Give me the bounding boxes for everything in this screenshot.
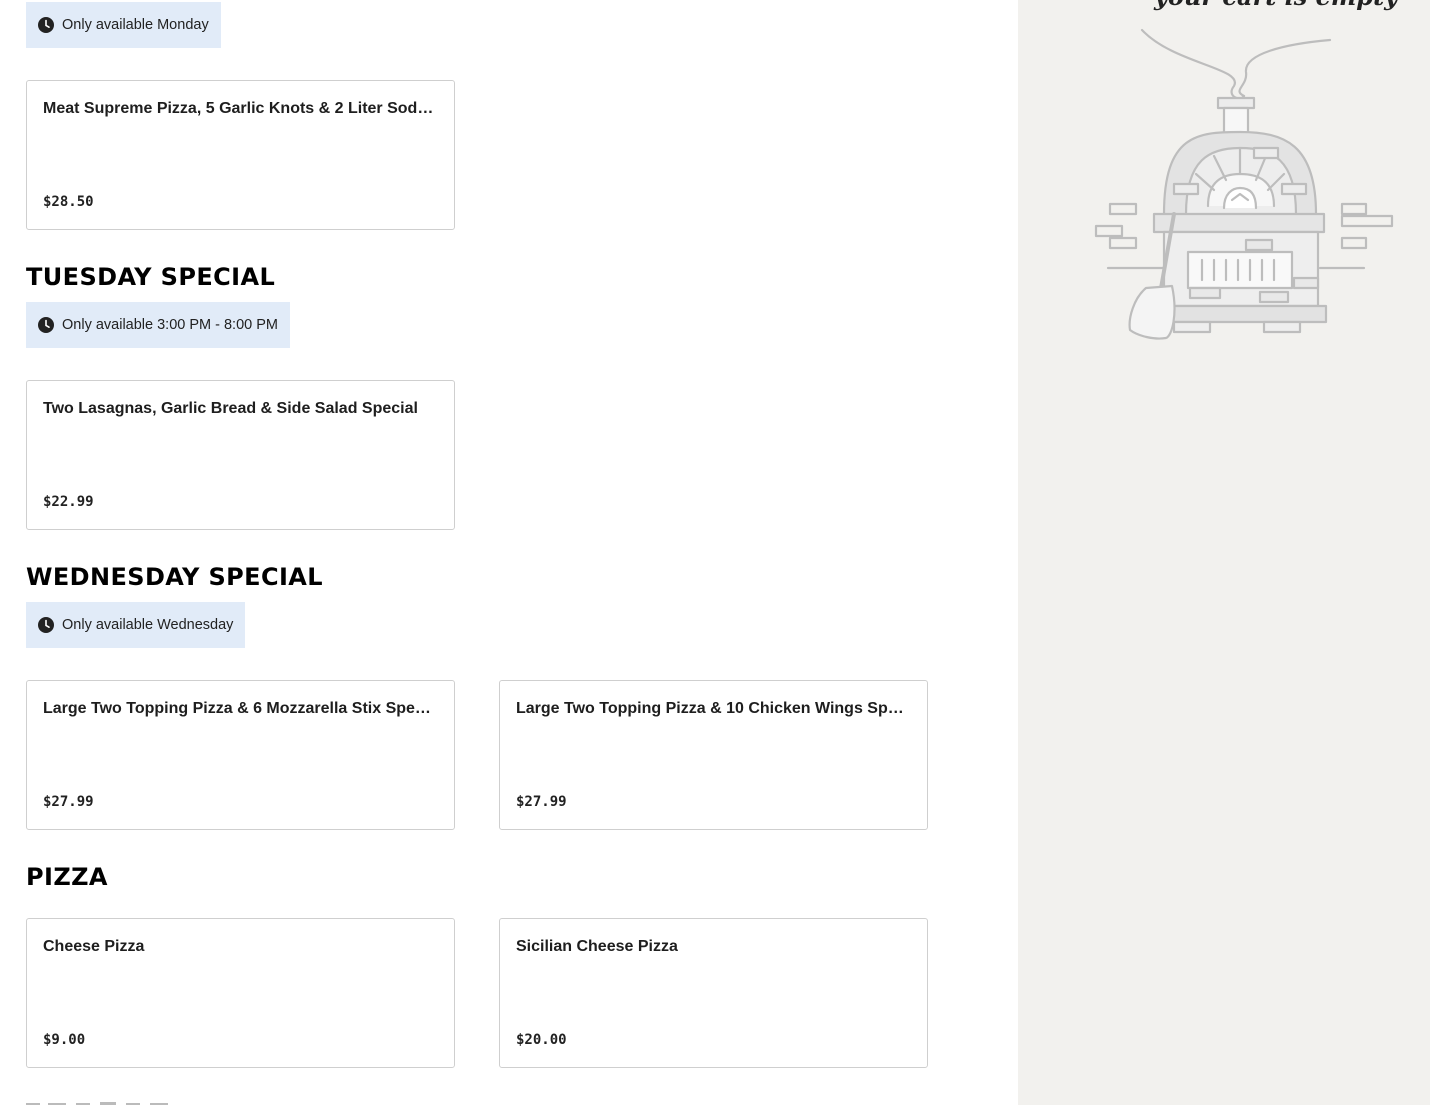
section-title-next-cutoff	[26, 1092, 186, 1105]
clock-icon	[38, 617, 54, 633]
item-price: $20.00	[516, 1032, 567, 1048]
menu-item-card[interactable]: Cheese Pizza $9.00	[26, 918, 455, 1068]
menu-item-card[interactable]: Two Lasagnas, Garlic Bread & Side Salad …	[26, 380, 455, 530]
item-price: $27.99	[516, 794, 567, 810]
section-title-wednesday: WEDNESDAY SPECIAL	[26, 563, 323, 591]
clock-icon	[38, 17, 54, 33]
item-name: Large Two Topping Pizza & 10 Chicken Win…	[516, 700, 908, 717]
availability-text: Only available Wednesday	[62, 617, 234, 633]
item-price: $28.50	[43, 194, 94, 210]
pizza-oven-icon	[1094, 28, 1394, 340]
availability-badge-monday: Only available Monday	[26, 2, 221, 48]
section-title-tuesday: TUESDAY SPECIAL	[26, 263, 276, 291]
item-price: $9.00	[43, 1032, 86, 1048]
menu-item-card[interactable]: Large Two Topping Pizza & 6 Mozzarella S…	[26, 680, 455, 830]
item-name: Two Lasagnas, Garlic Bread & Side Salad …	[43, 400, 418, 417]
clock-icon	[38, 317, 54, 333]
menu-list: Only available Monday Meat Supreme Pizza…	[0, 0, 1018, 1105]
item-name: Sicilian Cheese Pizza	[516, 938, 678, 955]
item-name: Cheese Pizza	[43, 938, 145, 955]
menu-item-card[interactable]: Sicilian Cheese Pizza $20.00	[499, 918, 928, 1068]
availability-text: Only available Monday	[62, 17, 209, 33]
item-price: $22.99	[43, 494, 94, 510]
menu-item-card[interactable]: Large Two Topping Pizza & 10 Chicken Win…	[499, 680, 928, 830]
availability-text: Only available 3:00 PM - 8:00 PM	[62, 317, 278, 333]
item-name: Meat Supreme Pizza, 5 Garlic Knots & 2 L…	[43, 100, 435, 117]
menu-item-card[interactable]: Meat Supreme Pizza, 5 Garlic Knots & 2 L…	[26, 80, 455, 230]
page: Only available Monday Meat Supreme Pizza…	[0, 0, 1430, 1105]
availability-badge-wednesday: Only available Wednesday	[26, 602, 246, 648]
cart-empty-message: your cart is empty	[1154, 0, 1398, 11]
availability-badge-tuesday: Only available 3:00 PM - 8:00 PM	[26, 302, 290, 348]
cart-panel: your cart is empty	[1018, 0, 1430, 1105]
item-name: Large Two Topping Pizza & 6 Mozzarella S…	[43, 700, 435, 717]
section-title-pizza: PIZZA	[26, 863, 108, 891]
item-price: $27.99	[43, 794, 94, 810]
